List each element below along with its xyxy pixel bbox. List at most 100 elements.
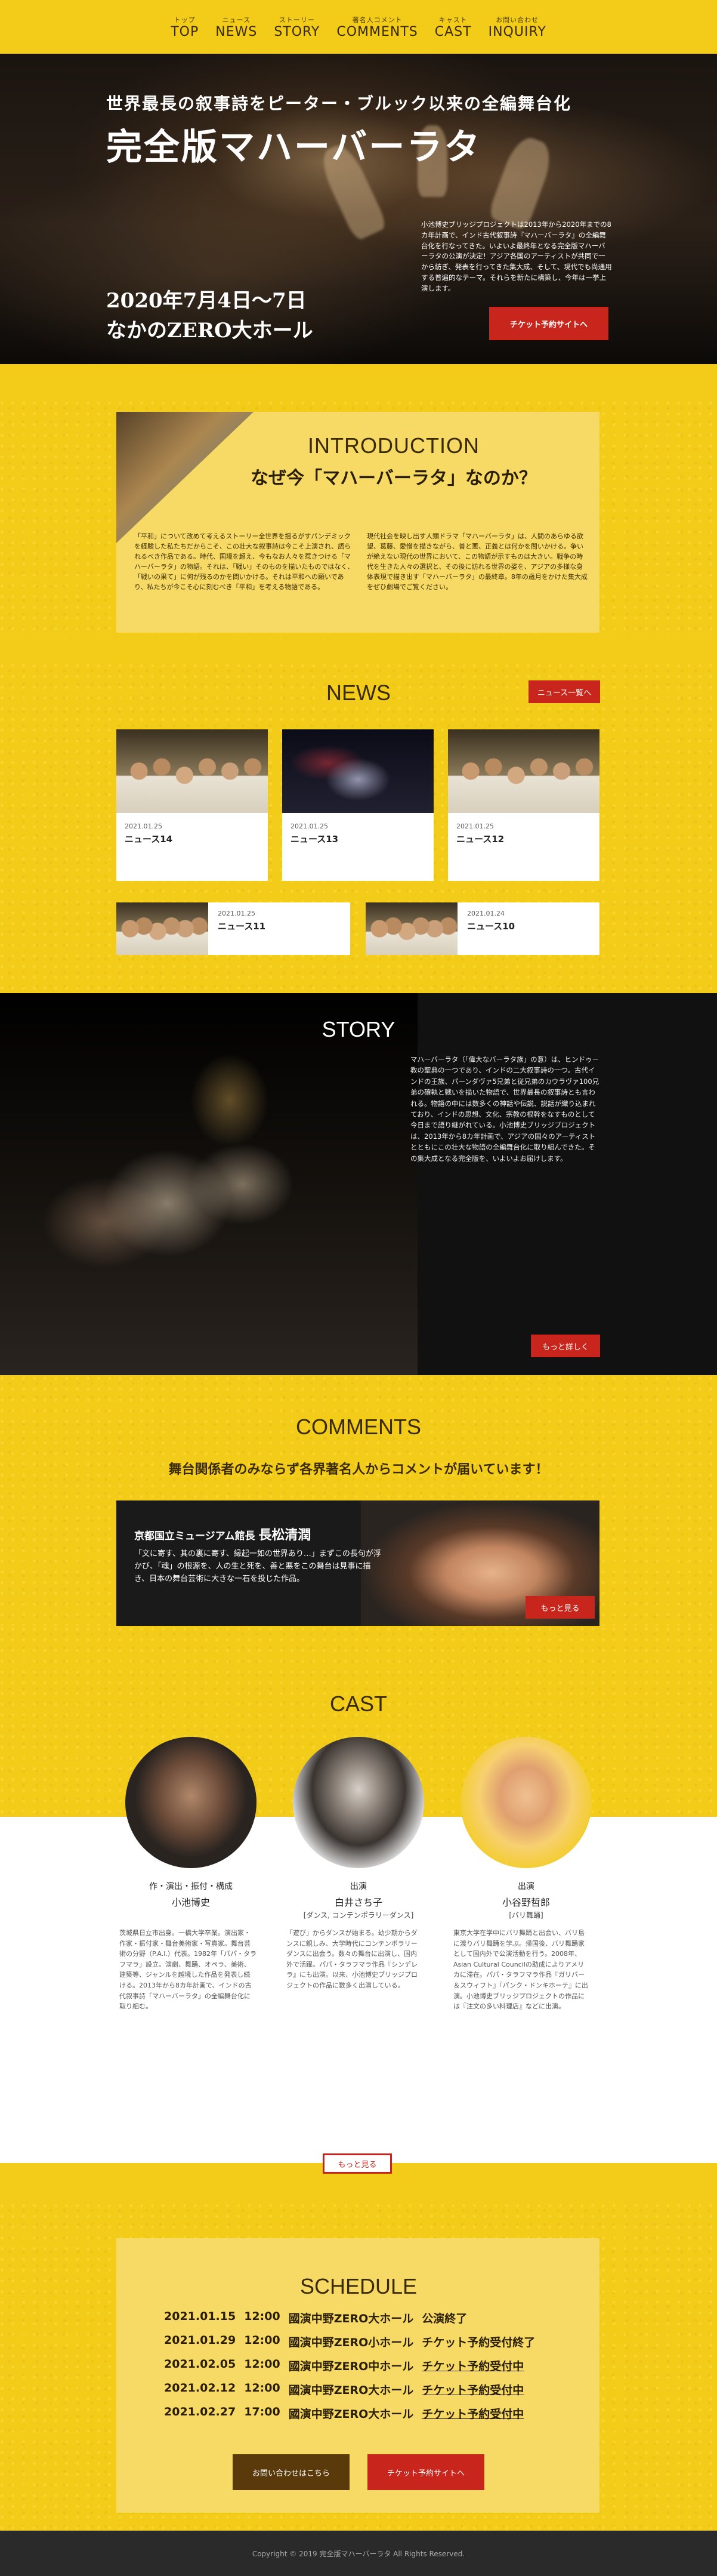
schedule-venue: 國演中野ZERO中ホール	[288, 2360, 414, 2373]
comments-section: COMMENTS 舞台関係者のみならず各界著名人からコメントが届いています！ 京…	[0, 1375, 717, 1632]
nav-comments-en: COMMENTS	[336, 24, 418, 39]
schedule-ticket-link[interactable]: チケット予約受付中	[422, 2358, 524, 2374]
news-section: NEWS ニュース一覧へ 2021.01.25 ニュース14 2021.01.25…	[0, 663, 717, 997]
nav-story-jp: ストーリー	[279, 16, 315, 24]
comment-card: 京都国立ミュージアム館長 長松清潤 「文に寄す、其の裏に寄す、縁起一如の世界あり…	[116, 1500, 599, 1632]
cast-more-button[interactable]: もっと見る	[323, 2153, 392, 2174]
schedule-venue: 國演中野ZERO大ホール	[288, 2312, 414, 2325]
schedule-section: SCHEDULE 2021.01.15 12:00 國演中野ZERO大ホール 公演終了…	[0, 2202, 717, 2531]
schedule-row: 2021.01.15 12:00 國演中野ZERO大ホール 公演終了	[164, 2310, 467, 2326]
commenter-name: 京都国立ミュージアム館長 長松清潤	[134, 1524, 311, 1543]
nav-comments-jp: 著名人コメント	[352, 16, 403, 24]
schedule-heading: SCHEDULE	[299, 2274, 418, 2298]
cast-role: 出演	[350, 1882, 367, 1891]
nav-cast-jp: キャスト	[438, 16, 468, 24]
nav-inquiry-en: INQUIRY	[488, 24, 546, 39]
news-thumbnail	[366, 902, 458, 955]
schedule-status: チケット予約受付終了	[422, 2336, 536, 2349]
footer: Copyright © 2019 完全版マハーバーラタ All Rights R…	[0, 2531, 717, 2576]
schedule-date: 2021.02.12	[164, 2381, 236, 2395]
news-thumbnail	[116, 729, 268, 813]
nav-cast-en: CAST	[434, 24, 472, 39]
news-title: ニュース14	[125, 834, 173, 845]
introduction-section: INTRODUCTION なぜ今「マハーバーラタ」なのか？ 「平和」について改め…	[0, 400, 717, 639]
schedule-ticket-link[interactable]: チケット予約受付中	[422, 2405, 524, 2421]
cast-bio: 東京大学在学中にバリ舞踊と出会い、バリ島に渡りバリ舞踊を学ぶ。帰国後、バリ舞踊家…	[453, 1929, 588, 2011]
schedule-time: 12:00	[244, 2358, 280, 2371]
cast-name: 白井さち子	[334, 1897, 382, 1908]
schedule-row: 2021.02.12 12:00 國演中野ZERO大ホール チケット予約受付中	[164, 2381, 524, 2398]
cast-photo-shirai	[293, 1737, 424, 1868]
news-date: 2021.01.25	[290, 822, 328, 830]
schedule-venue: 國演中野ZERO大ホール	[288, 2408, 414, 2421]
news-thumbnail	[116, 902, 208, 955]
introduction-text-left: 「平和」について改めて考えるストーリー全世界を揺るがすパンデミックを経験した私た…	[134, 532, 354, 591]
schedule-time: 12:00	[244, 2381, 280, 2395]
cast-role: 作・演出・振付・構成	[149, 1882, 233, 1891]
news-title: ニュース10	[467, 921, 515, 932]
story-text: マハーバーラタ（「偉大なバーラタ族」の意）は、ヒンドゥー教の聖典の一つであり、イ…	[410, 1055, 599, 1163]
nav-top-en: TOP	[171, 24, 199, 39]
schedule-time: 12:00	[244, 2310, 280, 2323]
comments-heading: COMMENTS	[296, 1415, 421, 1439]
cast-role: 出演	[518, 1882, 534, 1891]
nav-news-en: NEWS	[215, 24, 258, 39]
story-more-button[interactable]: もっと詳しく	[531, 1335, 600, 1357]
hero-date: 2020年7月4日〜7日	[106, 289, 307, 313]
nav-news-jp: ニュース	[222, 16, 251, 24]
hero-section: 世界最長の叙事詩をピーター・ブルック以来の全編舞台化 完全版マハーバーラタ 20…	[0, 54, 717, 364]
cast-bio: 茨城県日立市出身。一橋大学卒業。演出家・作家・振付家・舞台美術家・写真家。舞台芸…	[119, 1929, 256, 2011]
news-card-small[interactable]: 2021.01.25 ニュース11	[116, 902, 350, 955]
commenter-org: 京都国立ミュージアム館長	[134, 1530, 255, 1542]
news-thumbnail	[448, 729, 599, 813]
news-list-button[interactable]: ニュース一覧へ	[529, 680, 600, 703]
hero-ticket-button[interactable]: チケット予約サイトへ	[489, 307, 608, 340]
nav-story-en: STORY	[274, 24, 320, 39]
cast-name: 小池博史	[171, 1897, 210, 1908]
schedule-status: 公演終了	[422, 2312, 468, 2325]
schedule-time: 17:00	[244, 2405, 280, 2418]
news-card[interactable]: 2021.01.25 ニュース14	[116, 729, 268, 881]
hero-venue: なかのZERO大ホール	[106, 319, 313, 343]
ticket-site-button[interactable]: チケット予約サイトへ	[367, 2454, 484, 2490]
news-card[interactable]: 2021.01.25 ニュース12	[448, 729, 599, 881]
introduction-subheading: なぜ今「マハーバーラタ」なのか？	[251, 468, 537, 489]
hero-description: 小池博史ブリッジプロジェクトは2013年から2020年までの8カ年計画で、インド…	[421, 220, 612, 292]
nav-news[interactable]: ニュース NEWS	[215, 15, 257, 39]
introduction-box: INTRODUCTION なぜ今「マハーバーラタ」なのか？ 「平和」について改め…	[116, 412, 599, 633]
news-date: 2021.01.25	[218, 910, 255, 917]
schedule-row: 2021.02.05 12:00 國演中野ZERO中ホール チケット予約受付中	[164, 2358, 524, 2374]
comment-more-button[interactable]: もっと見る	[526, 1596, 595, 1619]
cast-bio: 「遊び」からダンスが始まる。幼少期からダンスに親しみ、大学時代にコンテンポラリー…	[286, 1929, 418, 1989]
nav-comments[interactable]: 著名人コメント COMMENTS	[336, 15, 418, 39]
comments-lead: 舞台関係者のみならず各界著名人からコメントが届いています！	[168, 1462, 549, 1477]
nav-inquiry[interactable]: お問い合わせ INQUIRY	[489, 15, 546, 39]
contact-button[interactable]: お問い合わせはこちら	[233, 2454, 350, 2490]
nav-cast[interactable]: キャスト CAST	[435, 15, 472, 39]
comment-text: 「文に寄す、其の裏に寄す、縁起一如の世界あり…」まずこの長句が浮かび、「魂」の根…	[134, 1549, 381, 1583]
introduction-text-right: 現代社会を映し出す人類ドラマ「マハーバーラタ」は、人間のあらゆる欲望、葛藤、愛憎…	[367, 532, 588, 591]
cast-photo-koyano	[461, 1737, 592, 1868]
schedule-date: 2021.02.05	[164, 2358, 236, 2371]
cast-genre: [ダンス, コンテンポラリーダンス]	[303, 1911, 414, 1919]
global-nav: トップ TOP ニュース NEWS ストーリー STORY 著名人コメント COMMEN…	[0, 0, 717, 54]
news-card-small[interactable]: 2021.01.24 ニュース10	[366, 902, 599, 955]
schedule-row: 2021.01.29 12:00 國演中野ZERO小ホール チケット予約受付終了	[164, 2334, 535, 2350]
news-title: ニュース13	[290, 834, 339, 845]
cast-genre: [バリ舞踊]	[509, 1911, 543, 1919]
cast-photo-koike	[125, 1737, 256, 1868]
introduction-heading: INTRODUCTION	[308, 433, 480, 458]
story-stage-photo	[0, 993, 418, 1375]
schedule-row: 2021.02.27 17:00 國演中野ZERO大ホール チケット予約受付中	[164, 2405, 524, 2421]
hero-subtitle: 世界最長の叙事詩をピーター・ブルック以来の全編舞台化	[106, 94, 572, 113]
news-card[interactable]: 2021.01.25 ニュース13	[282, 729, 434, 881]
story-heading: STORY	[322, 1017, 395, 1042]
nav-top[interactable]: トップ TOP	[171, 15, 199, 39]
schedule-date: 2021.02.27	[164, 2405, 236, 2418]
news-title: ニュース12	[456, 834, 505, 845]
nav-story[interactable]: ストーリー STORY	[274, 15, 320, 39]
schedule-ticket-link[interactable]: チケット予約受付中	[422, 2381, 524, 2398]
news-thumbnail	[282, 729, 434, 813]
news-date: 2021.01.25	[456, 822, 494, 830]
schedule-date: 2021.01.29	[164, 2334, 236, 2347]
